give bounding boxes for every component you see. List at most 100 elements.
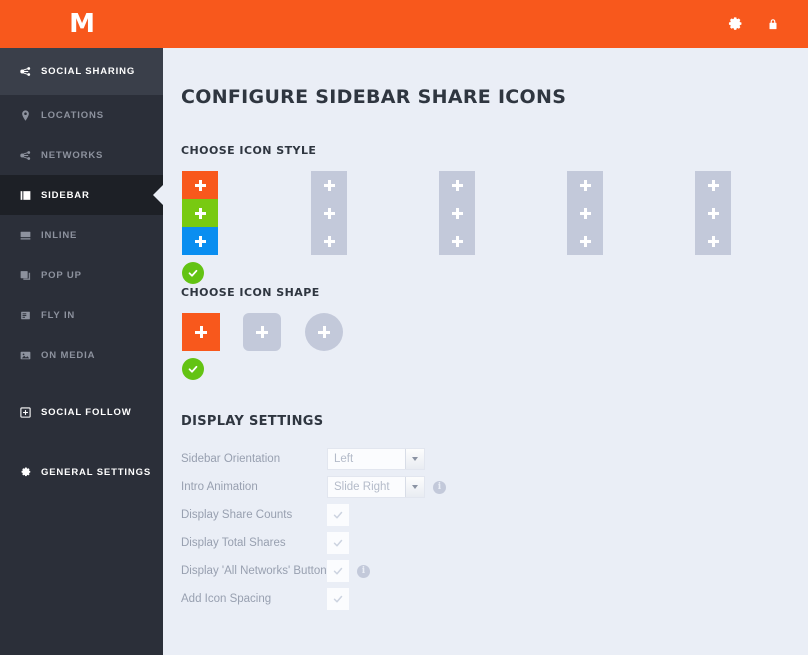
setting-checkbox[interactable] [327, 532, 349, 554]
select-value: Left [334, 453, 354, 465]
style-tile [182, 199, 218, 227]
sidebar-item-fly-in[interactable]: FLY IN [0, 295, 163, 335]
style-option-4[interactable] [567, 171, 603, 255]
sidebar-item-label: INLINE [41, 229, 78, 241]
plus-icon [323, 235, 335, 247]
plus-icon [707, 179, 719, 191]
plus-icon [195, 326, 207, 338]
icon-style-option[interactable] [311, 171, 347, 255]
icon-shape-option[interactable] [305, 313, 343, 351]
main-sidebar: M SOCIAL SHARING LOCATIONS NETWORKS SIDEBAR… [0, 0, 164, 655]
inline-icon [19, 229, 41, 242]
plus-icon [194, 179, 206, 191]
sidebar-item-label: FLY IN [41, 309, 76, 321]
sidebar-item-social-follow[interactable]: SOCIAL FOLLOW [0, 389, 163, 435]
style-option-5[interactable] [695, 171, 731, 255]
style-tile [439, 227, 475, 255]
sidebar-item-general-settings[interactable]: GENERAL SETTINGS [0, 449, 163, 495]
sidebar-item-label: SOCIAL SHARING [41, 66, 136, 77]
sidebar-group-gap [0, 435, 163, 449]
sidebar-item-social-sharing[interactable]: SOCIAL SHARING [0, 48, 163, 95]
setting-checkbox[interactable] [327, 588, 349, 610]
shape-circle[interactable] [305, 313, 343, 351]
icon-style-option[interactable] [567, 171, 603, 255]
plus-icon [451, 179, 463, 191]
setting-select[interactable]: Slide Right [327, 476, 425, 498]
setting-row: Display Total Shares [181, 529, 808, 557]
chevron-down-icon[interactable] [405, 477, 424, 497]
icon-shape-option[interactable] [243, 313, 281, 351]
style-option-3[interactable] [439, 171, 475, 255]
setting-row: Display 'All Networks' Button i [181, 557, 808, 585]
gear-icon[interactable] [716, 0, 754, 48]
icon-style-option[interactable] [695, 171, 731, 255]
style-tile [311, 227, 347, 255]
plus-box-icon [19, 406, 41, 419]
sidebar-item-networks[interactable]: NETWORKS [0, 135, 163, 175]
setting-label: Display 'All Networks' Button [181, 565, 327, 577]
display-settings-list: Sidebar Orientation Left Intro Animation Sl… [181, 445, 808, 613]
display-settings-heading: DISPLAY SETTINGS [181, 414, 324, 429]
style-tile [182, 171, 218, 199]
setting-checkbox[interactable] [327, 560, 349, 582]
style-tile [439, 199, 475, 227]
gear-icon [19, 466, 41, 479]
plus-icon [194, 207, 206, 219]
popup-icon [19, 269, 41, 282]
sidebar-item-label: LOCATIONS [41, 109, 104, 121]
icon-shape-options [181, 313, 808, 408]
select-value: Slide Right [334, 481, 390, 493]
share-nodes-icon [19, 149, 41, 162]
style-tile [695, 227, 731, 255]
icon-shape-selected-check [182, 358, 204, 380]
plus-icon [318, 326, 330, 338]
sidebar-icon [19, 189, 41, 202]
share-nodes-icon [19, 65, 41, 78]
sidebar-item-label: NETWORKS [41, 149, 104, 161]
plus-icon [579, 235, 591, 247]
style-tile [695, 199, 731, 227]
style-tile [567, 199, 603, 227]
sidebar-nav-list: SOCIAL SHARING LOCATIONS NETWORKS SIDEBAR IN… [0, 48, 164, 495]
info-icon[interactable]: i [357, 564, 370, 578]
plus-icon [579, 207, 591, 219]
icon-style-option[interactable] [182, 171, 218, 284]
icon-style-option[interactable] [439, 171, 475, 255]
info-icon[interactable]: i [433, 480, 446, 494]
sidebar-item-label: GENERAL SETTINGS [41, 466, 152, 478]
sidebar-item-locations[interactable]: LOCATIONS [0, 95, 163, 135]
logo-bar: M [0, 0, 163, 48]
icon-shape-option[interactable] [182, 313, 220, 380]
shape-square[interactable] [182, 313, 220, 351]
top-header-bar [163, 0, 808, 48]
shape-rounded[interactable] [243, 313, 281, 351]
plus-icon [323, 207, 335, 219]
flyin-icon [19, 309, 41, 322]
plus-icon [194, 235, 206, 247]
sidebar-item-inline[interactable]: INLINE [0, 215, 163, 255]
plus-icon [451, 235, 463, 247]
sidebar-item-pop-up[interactable]: POP UP [0, 255, 163, 295]
style-tile [695, 171, 731, 199]
style-colored[interactable] [182, 171, 218, 255]
setting-row: Add Icon Spacing [181, 585, 808, 613]
lock-icon[interactable] [754, 0, 792, 48]
setting-row: Display Share Counts [181, 501, 808, 529]
page-title: CONFIGURE SIDEBAR SHARE ICONS [181, 86, 567, 108]
sidebar-item-on-media[interactable]: ON MEDIA [0, 335, 163, 375]
setting-row: Intro Animation Slide Right i [181, 473, 808, 501]
style-option-2[interactable] [311, 171, 347, 255]
chevron-down-icon[interactable] [405, 449, 424, 469]
style-tile [182, 227, 218, 255]
style-tile [311, 199, 347, 227]
plus-icon [451, 207, 463, 219]
plus-icon [707, 207, 719, 219]
setting-label: Display Total Shares [181, 537, 286, 549]
icon-style-heading: CHOOSE ICON STYLE [181, 144, 317, 157]
style-tile [311, 171, 347, 199]
setting-row: Sidebar Orientation Left [181, 445, 808, 473]
setting-checkbox[interactable] [327, 504, 349, 526]
sidebar-item-sidebar[interactable]: SIDEBAR [0, 175, 164, 215]
setting-select[interactable]: Left [327, 448, 425, 470]
sidebar-group-gap [0, 375, 163, 389]
